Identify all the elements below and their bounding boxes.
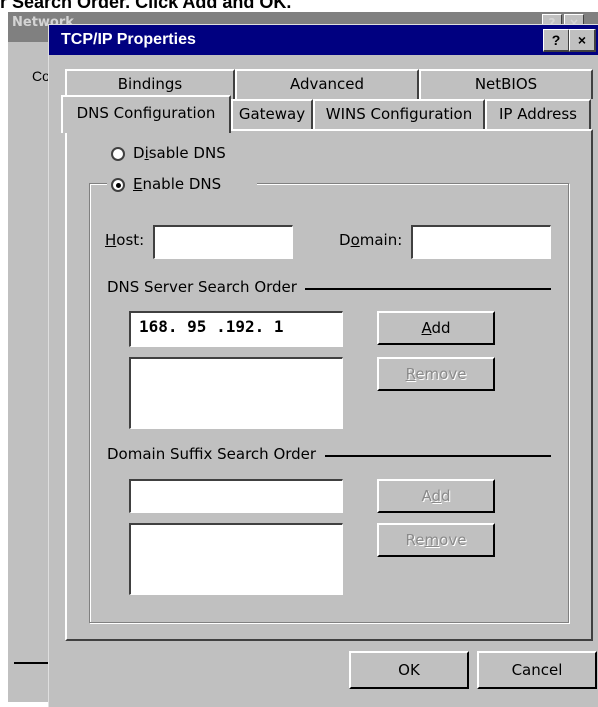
radio-dot: [116, 183, 121, 188]
domain-suffix-add-button[interactable]: Add: [377, 479, 495, 513]
disable-dns-label[interactable]: Disable DNS: [133, 144, 226, 162]
enable-dns-radio[interactable]: [111, 178, 125, 192]
disable-dns-radio[interactable]: [111, 147, 125, 161]
enable-dns-label[interactable]: Enable DNS: [133, 175, 221, 193]
host-label: Host:: [105, 231, 145, 249]
ok-button[interactable]: OK: [349, 651, 469, 689]
dns-server-separator: [305, 288, 551, 290]
instruction-caption: r Search Order. Click Add and OK.: [0, 0, 598, 8]
dns-server-input[interactable]: 168. 95 .192. 1: [129, 311, 343, 347]
host-field[interactable]: [153, 225, 293, 259]
dns-server-search-order-label: DNS Server Search Order: [107, 278, 297, 296]
dns-server-list[interactable]: [129, 357, 343, 429]
domain-suffix-separator: [325, 455, 551, 457]
domain-suffix-input[interactable]: [129, 479, 343, 513]
cancel-button[interactable]: Cancel: [477, 651, 597, 689]
domain-suffix-search-order-label: Domain Suffix Search Order: [107, 445, 317, 463]
dns-server-add-button[interactable]: Add: [377, 311, 495, 345]
domain-label: Domain:: [339, 231, 403, 249]
domain-suffix-remove-button[interactable]: Remove: [377, 523, 495, 557]
dns-server-remove-button[interactable]: Remove: [377, 357, 495, 391]
tcpip-properties-dialog: TCP/IP Properties ? × Bindings Advanced …: [48, 24, 598, 707]
domain-suffix-list[interactable]: [129, 523, 343, 595]
domain-field[interactable]: [411, 225, 551, 259]
